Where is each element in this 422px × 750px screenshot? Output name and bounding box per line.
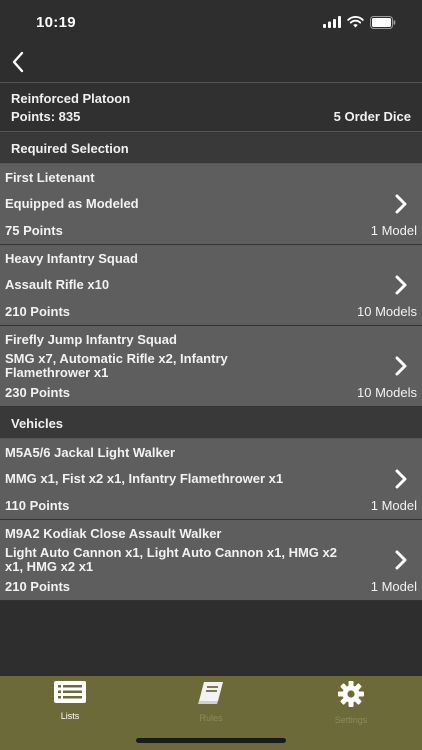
unit-equipment: Light Auto Cannon x1, Light Auto Cannon … bbox=[5, 545, 337, 574]
unit-name: M9A2 Kodiak Close Assault Walker bbox=[5, 526, 222, 541]
unit-row[interactable]: Heavy Infantry Squad Assault Rifle x10 2… bbox=[0, 245, 422, 326]
unit-points: 230 Points bbox=[5, 385, 71, 400]
list-icon bbox=[54, 681, 86, 703]
status-time: 10:19 bbox=[36, 13, 76, 31]
nav-bar bbox=[0, 44, 422, 82]
unit-models: 10 Models bbox=[357, 304, 417, 319]
platoon-stats: Points: 835 5 Order Dice bbox=[11, 109, 411, 124]
signal-icon bbox=[323, 16, 341, 28]
section-header-required: Required Selection bbox=[0, 132, 422, 164]
unit-equipment: Equipped as Modeled bbox=[5, 196, 139, 211]
unit-models: 1 Model bbox=[370, 223, 417, 238]
gear-icon bbox=[338, 681, 364, 707]
home-indicator bbox=[136, 738, 286, 743]
unit-equipment: Assault Rifle x10 bbox=[5, 277, 110, 292]
section-header-vehicles: Vehicles bbox=[0, 407, 422, 439]
tab-label: Lists bbox=[60, 711, 80, 721]
unit-name: M5A5/6 Jackal Light Walker bbox=[5, 445, 176, 460]
status-icons bbox=[323, 15, 396, 29]
platoon-points: Points: 835 bbox=[11, 109, 81, 124]
back-chevron-icon[interactable] bbox=[8, 49, 30, 75]
platoon-title: Reinforced Platoon bbox=[11, 91, 131, 106]
chevron-right-icon bbox=[395, 275, 407, 295]
tab-settings[interactable]: Settings bbox=[301, 680, 401, 725]
unit-row[interactable]: First Lietenant Equipped as Modeled 75 P… bbox=[0, 164, 422, 245]
tab-label: Settings bbox=[334, 715, 368, 725]
order-dice: 5 Order Dice bbox=[333, 109, 411, 124]
unit-name: First Lietenant bbox=[5, 170, 95, 185]
unit-row[interactable]: M5A5/6 Jackal Light Walker MMG x1, Fist … bbox=[0, 439, 422, 520]
unit-points: 210 Points bbox=[5, 579, 71, 594]
unit-row[interactable]: Firefly Jump Infantry Squad SMG x7, Auto… bbox=[0, 326, 422, 407]
status-bar: 10:19 bbox=[0, 0, 422, 44]
platoon-summary: Reinforced Platoon Points: 835 5 Order D… bbox=[0, 82, 422, 132]
chevron-right-icon bbox=[395, 194, 407, 214]
tab-rules[interactable]: Rules bbox=[161, 680, 261, 724]
unit-models: 1 Model bbox=[370, 498, 417, 513]
unit-name: Heavy Infantry Squad bbox=[5, 251, 138, 266]
unit-models: 1 Model bbox=[370, 579, 417, 594]
unit-row[interactable]: M9A2 Kodiak Close Assault Walker Light A… bbox=[0, 520, 422, 601]
tab-label: Rules bbox=[199, 713, 223, 723]
battery-icon bbox=[370, 15, 396, 29]
unit-points: 75 Points bbox=[5, 223, 63, 238]
unit-models: 10 Models bbox=[357, 385, 417, 400]
chevron-right-icon bbox=[395, 469, 407, 489]
wifi-icon bbox=[347, 16, 364, 28]
unit-name: Firefly Jump Infantry Squad bbox=[5, 332, 177, 347]
unit-points: 210 Points bbox=[5, 304, 71, 319]
unit-points: 110 Points bbox=[5, 498, 70, 513]
unit-equipment: MMG x1, Fist x2 x1, Infantry Flamethrowe… bbox=[5, 471, 284, 486]
chevron-right-icon bbox=[395, 550, 407, 570]
unit-equipment: SMG x7, Automatic Rifle x2, Infantry Fla… bbox=[5, 351, 228, 380]
chevron-right-icon bbox=[395, 356, 407, 376]
tab-lists[interactable]: Lists bbox=[20, 680, 120, 724]
book-icon bbox=[198, 682, 223, 704]
